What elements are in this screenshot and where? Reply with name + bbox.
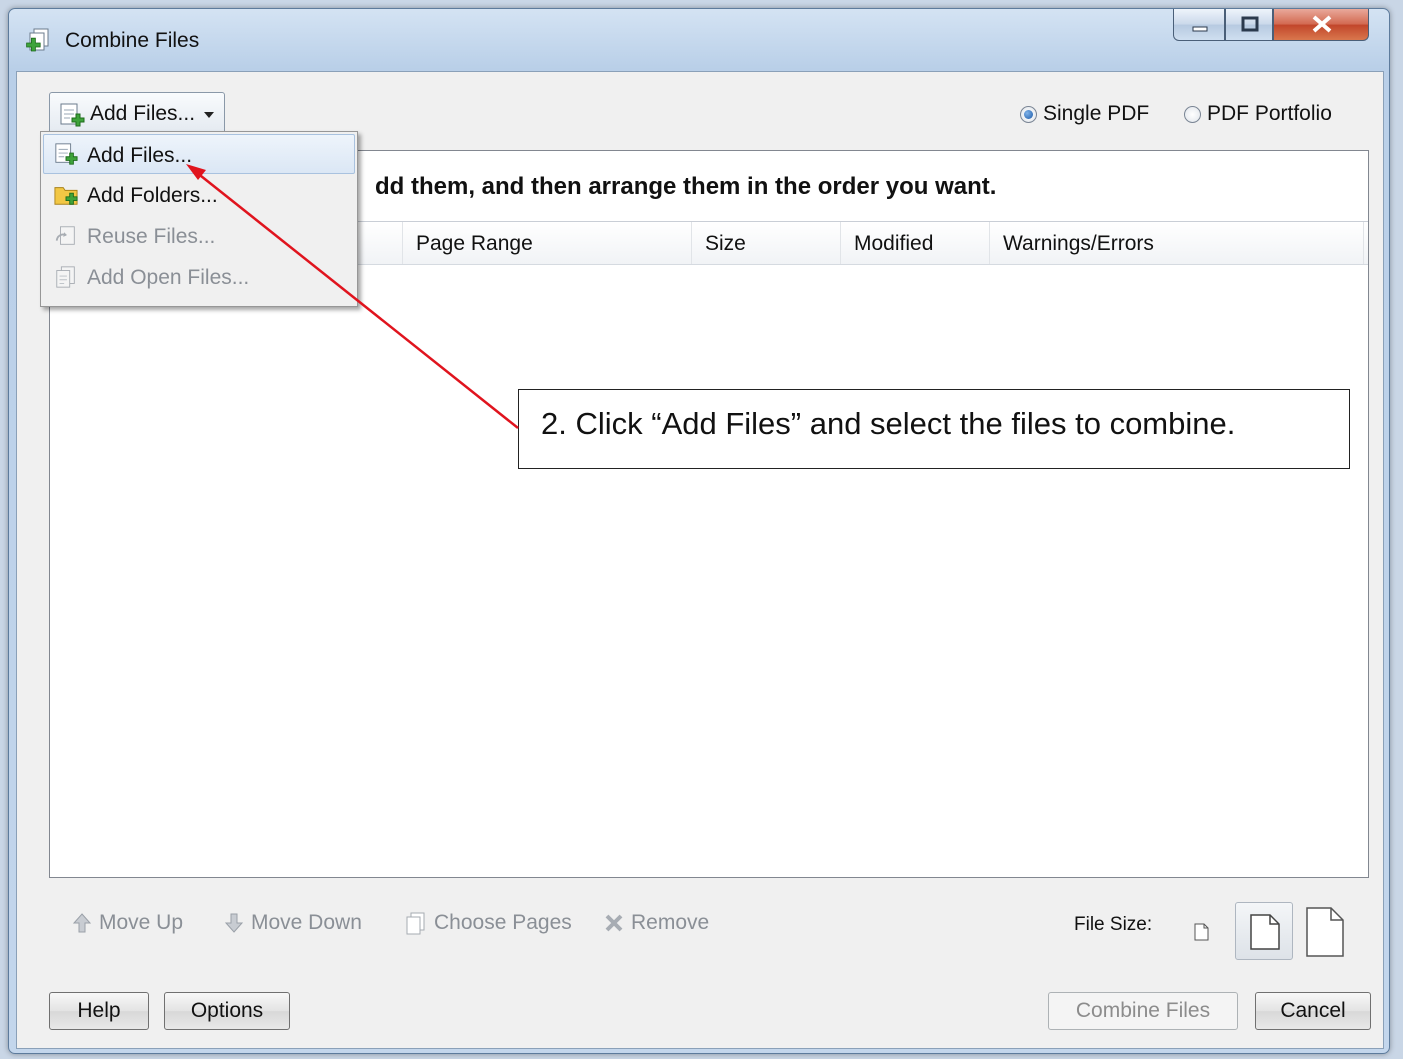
add-files-dropdown-menu: Add Files... Add Folders... Reuse Files.… (40, 131, 358, 307)
minimize-button[interactable] (1173, 9, 1225, 41)
title-bar[interactable]: Combine Files (9, 9, 1389, 71)
file-size-small-button[interactable] (1191, 920, 1213, 946)
choose-pages-button[interactable]: Choose Pages (404, 911, 572, 935)
instruction-text: dd them, and then arrange them in the or… (375, 173, 997, 200)
menu-item-label: Add Files... (87, 144, 193, 167)
page-large-icon (1306, 907, 1344, 957)
remove-button[interactable]: Remove (603, 911, 709, 935)
menu-item-label: Add Folders... (87, 184, 218, 207)
help-button[interactable]: Help (49, 992, 149, 1030)
cancel-button[interactable]: Cancel (1255, 992, 1371, 1030)
arrow-down-icon (224, 913, 244, 934)
pdf-portfolio-label: PDF Portfolio (1207, 102, 1332, 125)
pdf-portfolio-radio[interactable] (1184, 106, 1201, 123)
single-pdf-radio[interactable] (1020, 106, 1037, 123)
options-button[interactable]: Options (164, 992, 290, 1030)
column-modified[interactable]: Modified (854, 232, 933, 256)
move-down-label: Move Down (251, 911, 362, 934)
menu-item-reuse-files[interactable]: Reuse Files... (41, 217, 357, 255)
window-controls (1173, 9, 1379, 43)
combine-files-button[interactable]: Combine Files (1048, 992, 1238, 1030)
remove-label: Remove (631, 911, 710, 934)
combine-files-icon (26, 28, 49, 52)
remove-x-icon (605, 915, 623, 932)
move-down-button[interactable]: Move Down (223, 911, 362, 935)
add-folder-icon (54, 187, 78, 205)
reuse-files-icon (55, 226, 75, 245)
pages-icon (406, 912, 425, 935)
add-files-dropdown-button[interactable]: Add Files... (49, 92, 225, 136)
menu-item-label: Add Open Files... (87, 266, 250, 289)
window-title: Combine Files (65, 29, 200, 52)
move-up-button[interactable]: Move Up (71, 911, 183, 935)
file-size-large-button[interactable] (1305, 906, 1345, 958)
file-size-medium-button[interactable] (1235, 902, 1293, 960)
maximize-button[interactable] (1225, 9, 1273, 41)
choose-pages-label: Choose Pages (434, 911, 572, 934)
menu-item-add-open-files[interactable]: Add Open Files... (41, 258, 357, 296)
column-warnings-errors[interactable]: Warnings/Errors (1003, 232, 1154, 256)
menu-item-add-folders[interactable]: Add Folders... (41, 176, 357, 214)
page-small-icon (1194, 923, 1209, 941)
single-pdf-label: Single PDF (1043, 102, 1150, 125)
file-size-label: File Size: (1074, 914, 1153, 935)
close-button[interactable] (1273, 9, 1369, 41)
chevron-down-icon (204, 112, 214, 118)
callout-text: 2. Click “Add Files” and select the file… (541, 406, 1236, 441)
maximize-icon (1241, 16, 1259, 32)
instruction-callout: 2. Click “Add Files” and select the file… (518, 389, 1350, 469)
column-size[interactable]: Size (705, 232, 746, 256)
add-file-icon (55, 143, 78, 165)
page-medium-icon (1250, 914, 1280, 950)
add-open-files-icon (56, 266, 75, 288)
menu-item-add-files[interactable]: Add Files... (41, 134, 357, 174)
column-page-range[interactable]: Page Range (416, 232, 533, 256)
move-up-label: Move Up (99, 911, 184, 934)
close-icon (1312, 15, 1332, 33)
minimize-icon (1192, 26, 1208, 32)
menu-item-label: Reuse Files... (87, 225, 216, 248)
arrow-up-icon (72, 913, 92, 933)
add-files-label: Add Files... (90, 102, 196, 125)
add-file-icon (60, 103, 85, 127)
